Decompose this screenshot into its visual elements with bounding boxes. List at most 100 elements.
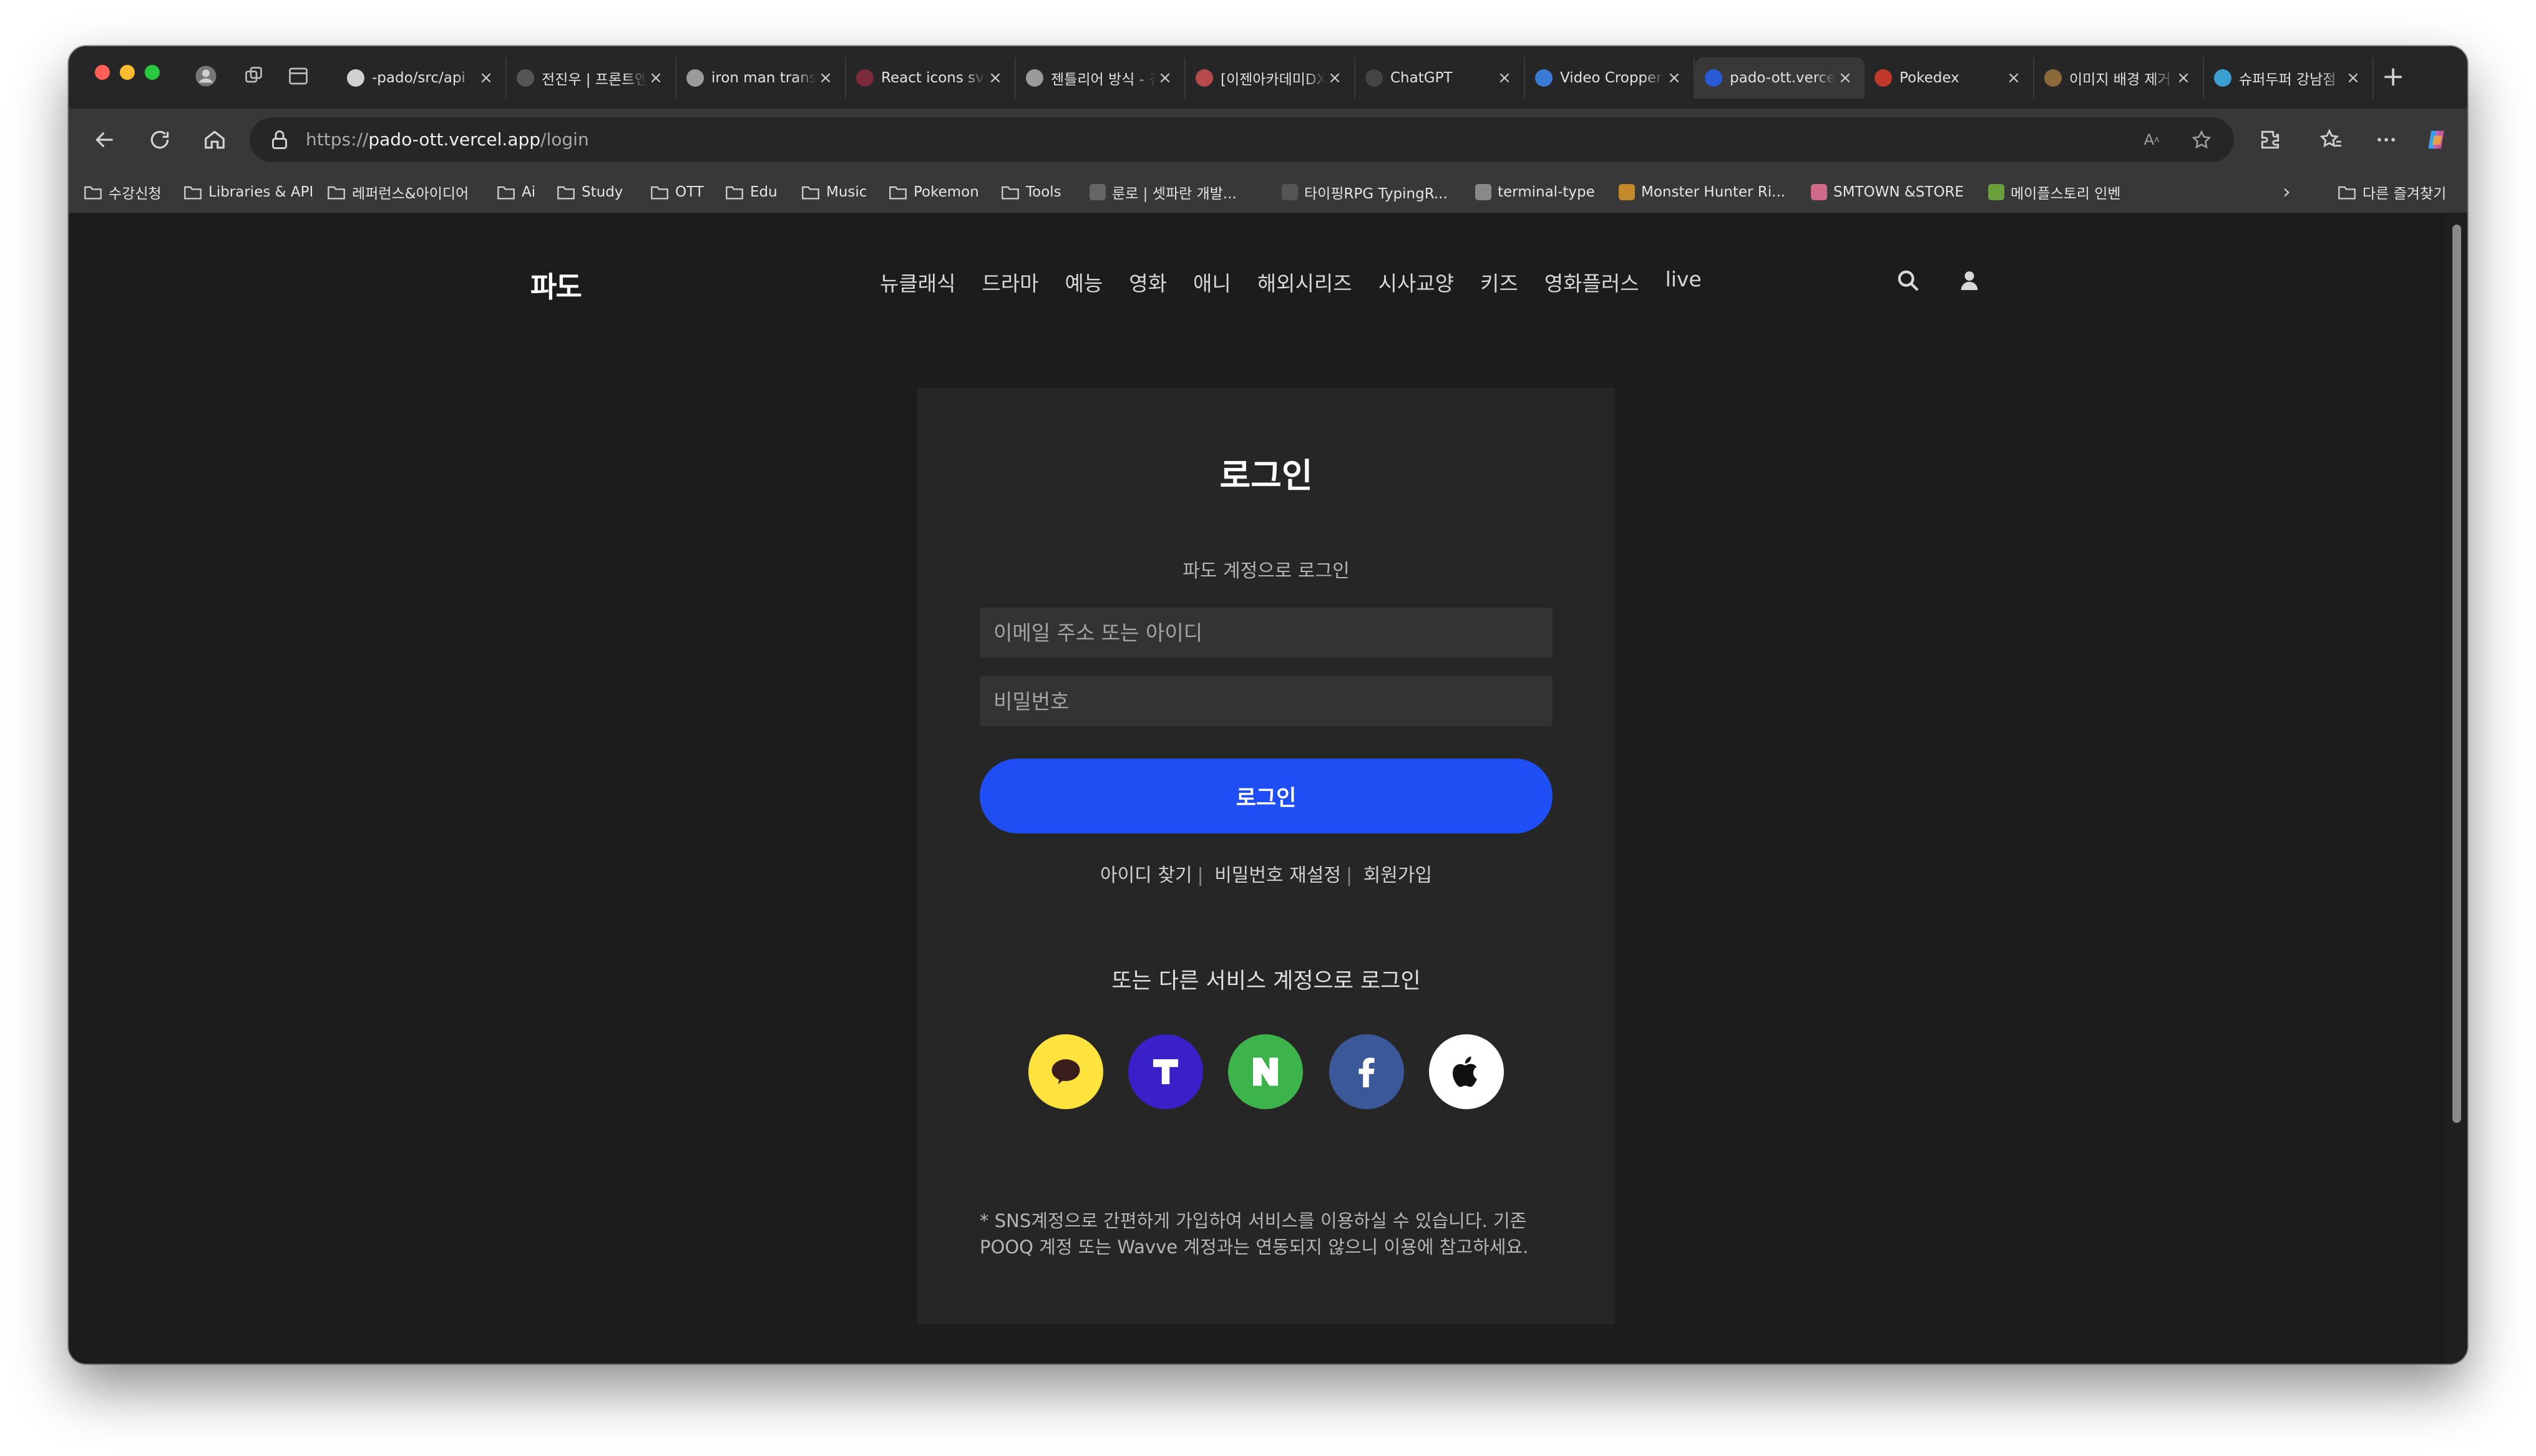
bookmark-label: terminal-type [1498,184,1595,200]
minimize-window-button[interactable] [120,65,135,80]
apple-login-button[interactable] [1429,1034,1504,1109]
nav-item[interactable]: 영화 [1129,267,1167,297]
bookmark-item[interactable]: OTT [650,180,704,205]
site-icon [1090,184,1106,200]
nav-item[interactable]: 해외시리즈 [1257,267,1352,297]
bookmark-item[interactable]: 룬로 | 셋파란 개발... [1090,180,1237,205]
tab-close-icon[interactable]: × [986,69,1005,87]
facebook-login-button[interactable] [1329,1034,1404,1109]
dark-square-icon [517,69,534,87]
vertical-tabs-icon[interactable] [286,64,311,89]
tab-close-icon[interactable]: × [477,69,495,87]
tab-close-icon[interactable]: × [2174,69,2193,87]
tab-close-icon[interactable]: × [2004,69,2023,87]
bookmark-item[interactable]: Pokemon [889,180,979,205]
favorites-icon[interactable] [2316,125,2346,155]
tab-close-icon[interactable]: × [1156,69,1174,87]
tab[interactable]: Video Cropper × [1525,57,1695,99]
more-menu-icon[interactable] [2371,125,2401,155]
folder-icon [889,184,907,200]
close-window-button[interactable] [95,65,110,80]
kakao-talk-icon [1051,1059,1080,1084]
search-icon[interactable] [1893,266,1923,296]
tab[interactable]: 이미지 배경 제거 × [2034,57,2204,99]
login-card: 로그인 파도 계정으로 로그인 로그인 아이디 찾기| 비밀번호 재설정| 회원… [917,388,1615,1324]
page-scrollbar[interactable] [2446,215,2467,1364]
sns-title: 또는 다른 서비스 계정으로 로그인 [1111,969,1421,994]
bookmark-label: SMTOWN &STORE [1833,184,1964,200]
tab[interactable]: 전진우 | 프론트엔드× [507,57,676,99]
new-tab-button[interactable]: + [2378,62,2409,94]
tab[interactable]: 슈퍼두퍼 강남점 × [2204,57,2374,99]
tab-close-icon[interactable]: × [1836,69,1855,87]
reset-password-link[interactable]: 비밀번호 재설정 [1214,865,1341,886]
login-button[interactable]: 로그인 [980,759,1553,833]
bookmark-item[interactable]: Music [801,180,867,205]
tab-title: -pado/src/api [372,70,466,86]
workspaces-icon[interactable] [242,64,267,89]
profile-icon[interactable] [193,64,218,89]
nav-item[interactable]: 영화플러스 [1544,267,1639,297]
nav-item[interactable]: 뉴클래식 [880,267,955,297]
tab-close-icon[interactable]: × [1325,69,1344,87]
tab-close-icon[interactable]: × [646,69,665,87]
tworld-login-button[interactable] [1128,1034,1203,1109]
copilot-icon[interactable] [2421,125,2451,155]
tab[interactable]: 젠틀리어 방식 - 검색× [1016,57,1186,99]
read-aloud-icon[interactable]: Aʌ [2140,129,2163,151]
tab-close-icon[interactable]: × [816,69,835,87]
tab-active[interactable]: pado-ott.vercel.app× [1695,57,1865,99]
logo[interactable]: 파도 [530,265,582,306]
bookmark-item[interactable]: Edu [725,180,778,205]
naver-login-button[interactable] [1228,1034,1303,1109]
bookmark-label: 메이플스토리 인벤 [2011,186,2121,202]
tab[interactable]: iron man transparent× [676,57,846,99]
nav-item[interactable]: 드라마 [982,267,1038,297]
nav-item[interactable]: 애니 [1193,267,1231,297]
bookmark-item[interactable]: 레퍼런스&아이디어 [327,180,469,205]
maximize-window-button[interactable] [145,65,160,80]
email-input[interactable] [980,608,1553,658]
reload-button[interactable] [145,125,175,155]
signup-link[interactable]: 회원가입 [1363,865,1432,886]
address-bar[interactable]: https://pado-ott.vercel.app/login Aʌ [250,117,2234,162]
password-input[interactable] [980,676,1553,726]
folder-icon [650,184,669,200]
tab[interactable]: [이젠아카데미DX] × [1186,57,1355,99]
bookmark-item[interactable]: 수강신청 [84,180,162,205]
tab-close-icon[interactable]: × [1665,69,1684,87]
bookmark-item[interactable]: 메이플스토리 인벤 [1988,180,2121,205]
bookmark-item[interactable]: terminal-type [1475,180,1595,205]
tab-close-icon[interactable]: × [1495,69,1514,87]
favorite-star-icon[interactable] [2190,129,2213,151]
github-icon [347,69,364,87]
find-id-link[interactable]: 아이디 찾기 [1100,865,1192,886]
other-bookmarks[interactable]: 다른 즐겨찾기 [2338,180,2446,205]
bookmark-item[interactable]: Ai [497,180,535,205]
tab[interactable]: React icons svg × [846,57,1016,99]
nav-item[interactable]: 예능 [1065,267,1103,297]
bookmark-item[interactable]: Libraries & API [183,180,313,205]
google-icon [686,69,704,87]
bookmark-item[interactable]: Study [557,180,623,205]
kakao-login-button[interactable] [1028,1034,1103,1109]
user-icon[interactable] [1954,266,1984,296]
extensions-icon[interactable] [2255,125,2285,155]
notice-line: * SNS계정으로 간편하게 가입하여 서비스를 이용하실 수 있습니다. 기존 [980,1210,1527,1231]
bookmark-item[interactable]: SMTOWN &STORE [1811,180,1964,205]
nav-item[interactable]: 키즈 [1480,267,1518,297]
tab[interactable]: ChatGPT × [1355,57,1525,99]
tab-title: pado-ott.vercel.app [1730,70,1836,86]
chevron-right-icon[interactable]: › [2283,180,2291,203]
tab[interactable]: Pokedex × [1865,57,2034,99]
nav-item[interactable]: 시사교양 [1378,267,1454,297]
bookmark-item[interactable]: Tools [1001,180,1061,205]
bookmark-item[interactable]: Monster Hunter Ri... [1619,180,1785,205]
home-button[interactable] [200,125,230,155]
bookmark-item[interactable]: 타이핑RPG TypingR... [1282,180,1448,205]
scrollbar-thumb[interactable] [2452,225,2461,1123]
back-button[interactable] [90,125,120,155]
nav-item[interactable]: live [1665,267,1702,297]
tab[interactable]: -pado/src/api × [337,57,507,99]
tab-close-icon[interactable]: × [2344,69,2363,87]
